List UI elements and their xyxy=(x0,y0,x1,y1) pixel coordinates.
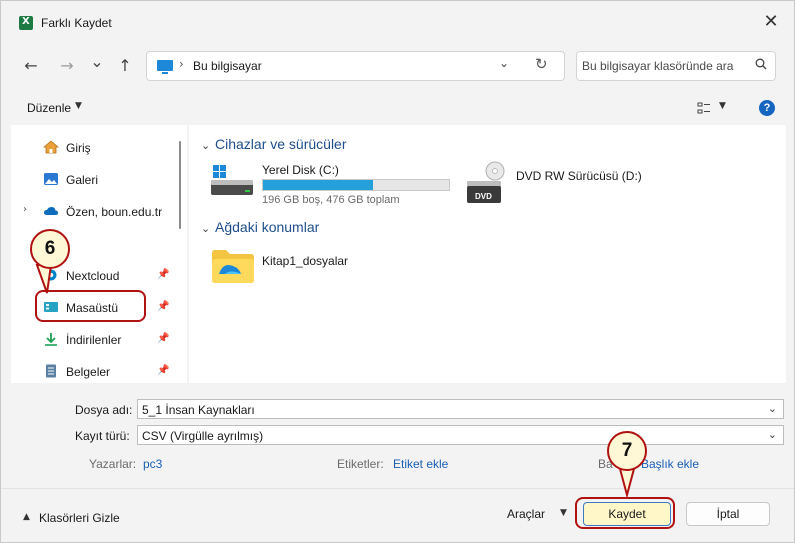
dropdown-chevron-icon[interactable]: ⌄ xyxy=(768,402,777,415)
step-7-badge: 7 xyxy=(607,431,647,471)
command-bar: Düzenle ▼ ▼ ? xyxy=(11,95,786,123)
drive-item-c[interactable]: Yerel Disk (C:) 196 GB boş, 476 GB topla… xyxy=(211,161,461,206)
local-disk-icon xyxy=(211,165,253,195)
forward-arrow-icon[interactable]: → xyxy=(55,55,79,77)
download-icon xyxy=(45,333,57,346)
organize-menu-button[interactable]: Düzenle xyxy=(27,101,71,115)
pin-icon[interactable]: 📌 xyxy=(157,269,169,280)
filename-value[interactable]: 5_1 İnsan Kaynakları xyxy=(142,403,255,417)
view-options-icon[interactable] xyxy=(697,101,711,115)
dropdown-chevron-icon[interactable]: ⌄ xyxy=(768,428,777,441)
tags-value[interactable]: Etiket ekle xyxy=(393,457,448,471)
help-icon[interactable]: ? xyxy=(759,100,775,116)
up-arrow-icon[interactable]: ↑ xyxy=(113,55,137,77)
refresh-icon[interactable]: ↻ xyxy=(535,55,548,73)
collapse-chevron-icon[interactable]: ⌄ xyxy=(201,222,215,235)
caret-up-icon[interactable]: ▲ xyxy=(23,512,30,522)
drive-item-d[interactable]: DVD DVD RW Sürücüsü (D:) xyxy=(465,161,675,203)
breadcrumb-separator-icon: › xyxy=(179,57,184,71)
network-group-header[interactable]: ⌄ Ağdaki konumlar xyxy=(201,219,319,235)
address-dropdown-chevron-icon[interactable]: ⌄ xyxy=(499,56,509,70)
network-item-name: Kitap1_dosyalar xyxy=(262,254,349,268)
devices-group-header[interactable]: ⌄ Cihazlar ve sürücüler xyxy=(201,136,347,152)
disk-usage-fill xyxy=(263,180,373,190)
title-bar: Farklı Kaydet ✕ xyxy=(1,1,794,45)
group-title: Ağdaki konumlar xyxy=(215,219,320,235)
drive-name: Yerel Disk (C:) xyxy=(262,163,339,177)
content-area: Giriş Galeri › Özen, boun.edu.tr Nextclo… xyxy=(11,125,786,383)
sidebar-scrollbar[interactable] xyxy=(179,141,181,229)
sidebar-item-label: Belgeler xyxy=(66,365,111,379)
search-input[interactable] xyxy=(582,57,742,75)
sidebar-item-label: Galeri xyxy=(66,173,99,187)
address-text: Bu bilgisayar xyxy=(193,59,262,73)
sidebar-item-home[interactable]: Giriş xyxy=(11,133,177,161)
authors-label: Yazarlar: xyxy=(89,457,137,471)
tags-label: Etiketler: xyxy=(337,457,384,471)
filetype-value: CSV (Virgülle ayrılmış) xyxy=(142,429,264,443)
excel-app-icon xyxy=(19,16,33,30)
caret-down-icon[interactable]: ▼ xyxy=(719,101,726,111)
onedrive-icon xyxy=(44,207,58,215)
dialog-title: Farklı Kaydet xyxy=(41,16,112,30)
drive-name: DVD RW Sürücüsü (D:) xyxy=(516,169,642,183)
save-as-dialog: Farklı Kaydet ✕ ← → ⌄ ↑ › Bu bilgisayar … xyxy=(0,0,795,543)
gallery-icon xyxy=(44,173,58,185)
sidebar-item-label: Nextcloud xyxy=(66,269,120,283)
sidebar-item-gallery[interactable]: Galeri xyxy=(11,165,177,193)
pin-icon[interactable]: 📌 xyxy=(157,333,169,344)
sidebar-item-label: Giriş xyxy=(66,141,91,155)
drive-detail: 196 GB boş, 476 GB toplam xyxy=(262,194,400,206)
cancel-button[interactable]: İptal xyxy=(686,502,770,526)
expand-chevron-icon[interactable]: › xyxy=(23,204,27,215)
authors-value[interactable]: pc3 xyxy=(143,457,162,471)
tools-menu-button[interactable]: Araçlar xyxy=(507,507,545,521)
back-arrow-icon[interactable]: ← xyxy=(19,55,43,77)
documents-icon xyxy=(46,364,56,378)
save-form: Dosya adı: 5_1 İnsan Kaynakları ⌄ Kayıt … xyxy=(11,385,786,483)
computer-icon xyxy=(157,60,173,74)
file-list: ⌄ Cihazlar ve sürücüler Yerel Disk (C:) 1… xyxy=(189,125,786,383)
hide-folders-button[interactable]: Klasörleri Gizle xyxy=(39,511,120,525)
sidebar-item-label: Özen, boun.edu.tr xyxy=(66,205,163,219)
disk-usage-bar xyxy=(262,179,450,191)
sidebar-item-downloads[interactable]: İndirilenler 📌 xyxy=(11,325,177,353)
dvd-badge: DVD xyxy=(475,192,492,201)
folder-icon xyxy=(212,250,254,283)
home-icon xyxy=(43,140,59,154)
network-item[interactable]: Kitap1_dosyalar xyxy=(211,247,411,287)
caret-down-icon[interactable]: ▼ xyxy=(560,508,567,518)
step-6-badge: 6 xyxy=(30,229,70,269)
filename-label: Dosya adı: xyxy=(75,403,133,417)
pin-icon[interactable]: 📌 xyxy=(157,301,169,312)
filename-field[interactable]: 5_1 İnsan Kaynakları ⌄ xyxy=(137,399,784,419)
navigation-bar: ← → ⌄ ↑ › Bu bilgisayar ⌄ ↻ xyxy=(11,45,786,87)
search-box[interactable] xyxy=(576,51,776,81)
caret-down-icon[interactable]: ▼ xyxy=(75,101,82,111)
highlight-save-ring xyxy=(575,497,675,529)
recent-locations-chevron-icon[interactable]: ⌄ xyxy=(85,51,109,73)
search-icon[interactable] xyxy=(755,58,767,70)
sidebar-item-label: İndirilenler xyxy=(66,333,122,347)
filetype-select[interactable]: CSV (Virgülle ayrılmış) ⌄ xyxy=(137,425,784,445)
pin-icon[interactable]: 📌 xyxy=(157,365,169,376)
collapse-chevron-icon[interactable]: ⌄ xyxy=(201,139,215,152)
sidebar-item-documents[interactable]: Belgeler 📌 xyxy=(11,357,177,385)
title-value[interactable]: Başlık ekle xyxy=(641,457,699,471)
sidebar-item-onedrive[interactable]: › Özen, boun.edu.tr xyxy=(11,197,177,225)
dialog-footer: ▲ Klasörleri Gizle Araçlar ▼ Kaydet İpta… xyxy=(1,488,794,542)
address-bar[interactable]: › Bu bilgisayar ⌄ ↻ xyxy=(146,51,565,81)
group-title: Cihazlar ve sürücüler xyxy=(215,136,347,152)
filetype-label: Kayıt türü: xyxy=(75,429,130,443)
close-button[interactable]: ✕ xyxy=(762,13,780,31)
